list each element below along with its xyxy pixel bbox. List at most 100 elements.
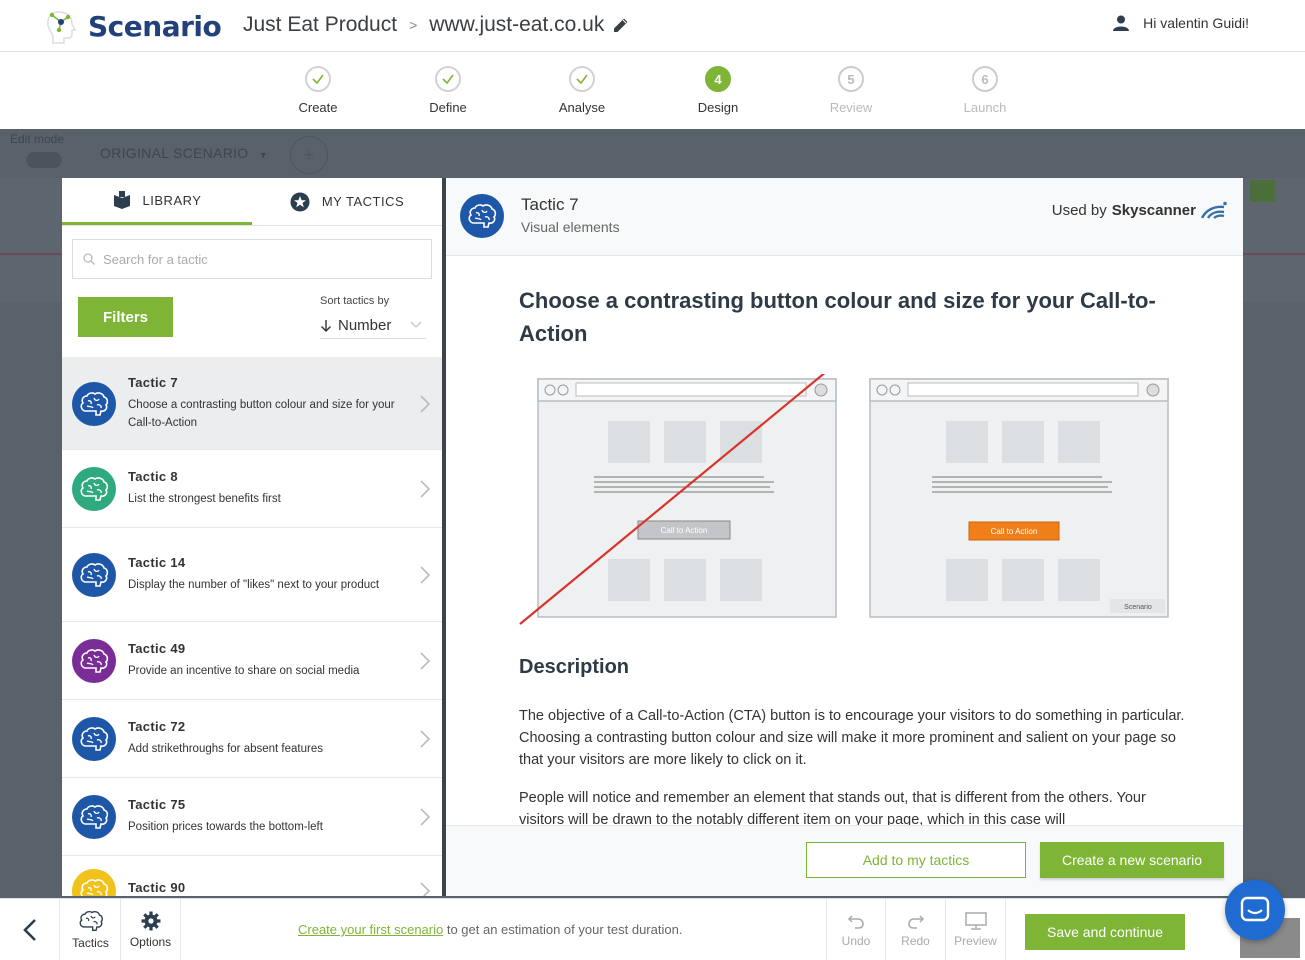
user-menu[interactable]: Hi valentin Guidi! — [1113, 15, 1249, 31]
detail-body: Choose a contrasting button colour and s… — [446, 256, 1243, 825]
tactic-list-item[interactable]: Tactic 90 — [62, 856, 442, 896]
add-scenario-button[interactable]: + — [290, 136, 328, 174]
tactic-list-item[interactable]: Tactic 49 Provide an incentive to share o… — [62, 622, 442, 700]
tactics-button[interactable]: Tactics — [61, 899, 121, 960]
brain-icon — [72, 381, 116, 426]
user-icon — [1113, 15, 1130, 31]
scenario-logo-icon — [44, 6, 84, 46]
tactic-description: List the strongest benefits first — [128, 493, 281, 505]
tab-library[interactable]: LIBRARY — [62, 178, 252, 225]
sort-select[interactable]: Number — [320, 313, 426, 339]
chevron-right-icon — [420, 729, 431, 753]
chevron-right-icon — [420, 394, 431, 418]
tactics-label: Tactics — [72, 936, 109, 950]
tactic-name: Tactic 14 — [128, 555, 186, 570]
brain-icon — [72, 552, 116, 597]
detail-subtitle: Visual elements — [521, 219, 620, 235]
search-icon — [83, 253, 95, 265]
cta-label-orange: Call to Action — [991, 527, 1038, 536]
tab-library-label: LIBRARY — [142, 192, 202, 208]
step-label: Analyse — [558, 100, 606, 115]
original-scenario-dropdown[interactable]: ORIGINAL SCENARIO ▼ — [100, 145, 268, 161]
breadcrumb-site[interactable]: www.just-eat.co.uk — [429, 13, 604, 37]
duration-message-text: to get an estimation of your test durati… — [443, 922, 683, 937]
brain-icon — [72, 794, 116, 839]
tactic-description: Position prices towards the bottom-left — [128, 821, 323, 833]
save-and-continue-button[interactable]: Save and continue — [1025, 914, 1185, 950]
chevron-right-icon — [420, 807, 431, 831]
logo[interactable]: Scenario — [44, 6, 222, 46]
step-label: Review — [829, 100, 873, 115]
back-button[interactable] — [0, 899, 60, 960]
library-tabs: LIBRARY MY TACTICS — [62, 178, 442, 226]
step-number: 4 — [705, 66, 731, 92]
tactic-name: Tactic 49 — [128, 641, 186, 656]
tactic-description: Display the number of "likes" next to yo… — [128, 579, 380, 591]
step-number: 6 — [972, 66, 998, 92]
tactic-name: Tactic 75 — [128, 797, 186, 812]
options-button[interactable]: Options — [121, 899, 181, 960]
cta-label-grey: Call to Action — [661, 526, 708, 535]
step-number: 5 — [838, 66, 864, 92]
monitor-icon — [964, 912, 987, 930]
brain-icon — [72, 638, 116, 683]
undo-button[interactable]: Undo — [826, 899, 886, 960]
step-create[interactable]: Create — [268, 66, 368, 115]
detail-header: Tactic 7 Visual elements Used by Skyscan… — [446, 178, 1243, 256]
search-placeholder: Search for a tactic — [103, 251, 208, 267]
tactic-heading: Choose a contrasting button colour and s… — [519, 288, 1156, 346]
tactic-description: Add strikethroughs for absent features — [128, 743, 323, 755]
edit-mode-toggle[interactable] — [26, 152, 62, 168]
pencil-icon[interactable] — [612, 16, 630, 34]
arrow-down-icon — [321, 319, 331, 332]
tactic-list-item[interactable]: Tactic 72 Add strikethroughs for absent f… — [62, 700, 442, 778]
library-icon — [113, 191, 130, 209]
breadcrumb-separator: > — [409, 17, 418, 33]
tactic-text: Tactic 75 Position prices towards the bot… — [128, 797, 323, 836]
logo-text: Scenario — [88, 9, 222, 43]
tactic-text: Tactic 14 Display the number of "likes" n… — [128, 555, 379, 594]
tactic-name: Tactic 8 — [128, 469, 178, 484]
tactic-text: Tactic 8 List the strongest benefits firs… — [128, 469, 281, 508]
create-new-scenario-button[interactable]: Create a new scenario — [1040, 842, 1224, 878]
undo-label: Undo — [841, 934, 871, 948]
step-design[interactable]: 4 Design — [668, 66, 768, 115]
original-scenario-label: ORIGINAL SCENARIO — [100, 145, 249, 161]
detail-title: Tactic 7 — [521, 195, 579, 214]
brain-icon — [72, 868, 116, 896]
redo-label: Redo — [901, 934, 930, 948]
caret-down-icon: ▼ — [258, 150, 268, 160]
preview-button[interactable]: Preview — [946, 899, 1006, 960]
brain-icon — [72, 466, 116, 511]
tab-my-tactics-label: MY TACTICS — [321, 194, 405, 209]
sort-label: Sort tactics by — [320, 295, 390, 307]
progress-stepper: Create Define Analyse 4 Design 5 Review … — [0, 52, 1305, 129]
step-define[interactable]: Define — [398, 66, 498, 115]
create-first-scenario-link[interactable]: Create your first scenario — [298, 922, 443, 937]
tactic-text: Tactic 90 — [128, 880, 185, 896]
breadcrumb-project[interactable]: Just Eat Product — [243, 13, 397, 37]
tactic-name: Tactic 90 — [128, 880, 186, 895]
chevron-right-icon — [420, 479, 431, 503]
tactic-list-item[interactable]: Tactic 7 Choose a contrasting button colo… — [62, 358, 442, 450]
filters-button[interactable]: Filters — [78, 297, 173, 337]
chat-button[interactable] — [1225, 880, 1285, 940]
used-by-brand: Skyscanner — [1111, 201, 1196, 219]
tab-my-tactics[interactable]: MY TACTICS — [252, 178, 442, 225]
options-label: Options — [129, 935, 172, 949]
step-label: Define — [429, 100, 467, 115]
chevron-right-icon — [420, 651, 431, 675]
tactic-text: Tactic 72 Add strikethroughs for absent f… — [128, 719, 323, 758]
brain-icon — [460, 194, 504, 238]
add-to-my-tactics-button[interactable]: Add to my tactics — [806, 842, 1026, 878]
step-label: Create — [298, 100, 338, 115]
illus-brand: Scenario — [1124, 604, 1152, 611]
step-analyse[interactable]: Analyse — [532, 66, 632, 115]
tactic-list: Tactic 7 Choose a contrasting button colo… — [62, 357, 442, 896]
tactic-list-item[interactable]: Tactic 75 Position prices towards the bot… — [62, 778, 442, 856]
search-input[interactable]: Search for a tactic — [72, 239, 432, 279]
tactic-list-item[interactable]: Tactic 8 List the strongest benefits firs… — [62, 450, 442, 528]
tactic-text: Tactic 7 Choose a contrasting button colo… — [128, 375, 414, 432]
tactic-list-item[interactable]: Tactic 14 Display the number of "likes" n… — [62, 528, 442, 622]
redo-button[interactable]: Redo — [886, 899, 946, 960]
